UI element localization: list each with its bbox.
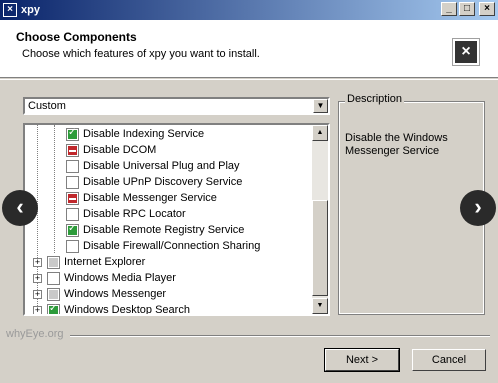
- description-text: Disable the Windows Messenger Service: [345, 132, 448, 157]
- title-bar: × xpy _ □ ×: [0, 0, 498, 20]
- component-item[interactable]: Disable DCOM: [66, 142, 156, 158]
- expand-icon[interactable]: +: [33, 273, 42, 283]
- close-button[interactable]: ×: [479, 2, 495, 16]
- expand-icon[interactable]: +: [33, 257, 42, 267]
- component-item[interactable]: Disable UPnP Discovery Service: [66, 174, 242, 190]
- components-tree[interactable]: Disable Indexing Service Disable DCOM Di…: [23, 123, 330, 316]
- checkbox[interactable]: [66, 175, 79, 189]
- component-item[interactable]: Disable Universal Plug and Play: [66, 158, 240, 174]
- chevron-left-icon[interactable]: ‹: [2, 190, 38, 226]
- footer-divider: [70, 335, 490, 337]
- scroll-thumb[interactable]: [312, 200, 328, 296]
- expand-icon[interactable]: +: [33, 289, 42, 299]
- next-button[interactable]: Next >: [324, 348, 400, 372]
- component-group[interactable]: + Windows Media Player: [33, 270, 176, 286]
- checkbox[interactable]: [47, 303, 60, 314]
- scroll-up-button[interactable]: ▲: [312, 125, 328, 141]
- checkbox[interactable]: [66, 159, 79, 173]
- description-legend: Description: [345, 93, 405, 105]
- window-title: xpy: [21, 4, 40, 16]
- app-icon: ×: [3, 3, 17, 17]
- header-panel: Choose Components Choose which features …: [0, 20, 498, 78]
- scroll-down-button[interactable]: ▼: [312, 298, 328, 314]
- component-item[interactable]: Disable RPC Locator: [66, 206, 186, 222]
- expand-icon[interactable]: +: [33, 305, 42, 314]
- chevron-down-icon[interactable]: ▼: [313, 99, 328, 113]
- checkbox[interactable]: [66, 143, 79, 157]
- component-group[interactable]: + Internet Explorer: [33, 254, 145, 270]
- checkbox[interactable]: [47, 255, 60, 269]
- component-item[interactable]: Disable Messenger Service: [66, 190, 217, 206]
- logo-icon: ×: [452, 38, 480, 66]
- page-title: Choose Components: [16, 30, 137, 44]
- tree-scrollbar[interactable]: ▲ ▼: [312, 125, 328, 314]
- component-item[interactable]: Disable Remote Registry Service: [66, 222, 244, 238]
- checkbox[interactable]: [47, 287, 60, 301]
- cancel-button[interactable]: Cancel: [412, 349, 486, 371]
- maximize-button[interactable]: □: [459, 2, 475, 16]
- checkbox[interactable]: [66, 191, 79, 205]
- minimize-button[interactable]: _: [441, 2, 457, 16]
- checkbox[interactable]: [66, 207, 79, 221]
- component-group[interactable]: + Windows Messenger: [33, 286, 166, 302]
- checkbox[interactable]: [66, 239, 79, 253]
- checkbox[interactable]: [66, 223, 79, 237]
- component-group[interactable]: + Windows Desktop Search: [33, 302, 190, 314]
- header-divider: [0, 79, 498, 80]
- checkbox[interactable]: [47, 271, 60, 285]
- brand-label: whyEye.org: [6, 328, 64, 340]
- component-item[interactable]: Disable Firewall/Connection Sharing: [66, 238, 260, 254]
- checkbox[interactable]: [66, 127, 79, 141]
- install-type-select[interactable]: Custom ▼: [23, 97, 330, 115]
- page-subtitle: Choose which features of xpy you want to…: [22, 48, 260, 60]
- component-item[interactable]: Disable Indexing Service: [66, 126, 204, 142]
- chevron-right-icon[interactable]: ›: [460, 190, 496, 226]
- install-type-value: Custom: [28, 100, 66, 112]
